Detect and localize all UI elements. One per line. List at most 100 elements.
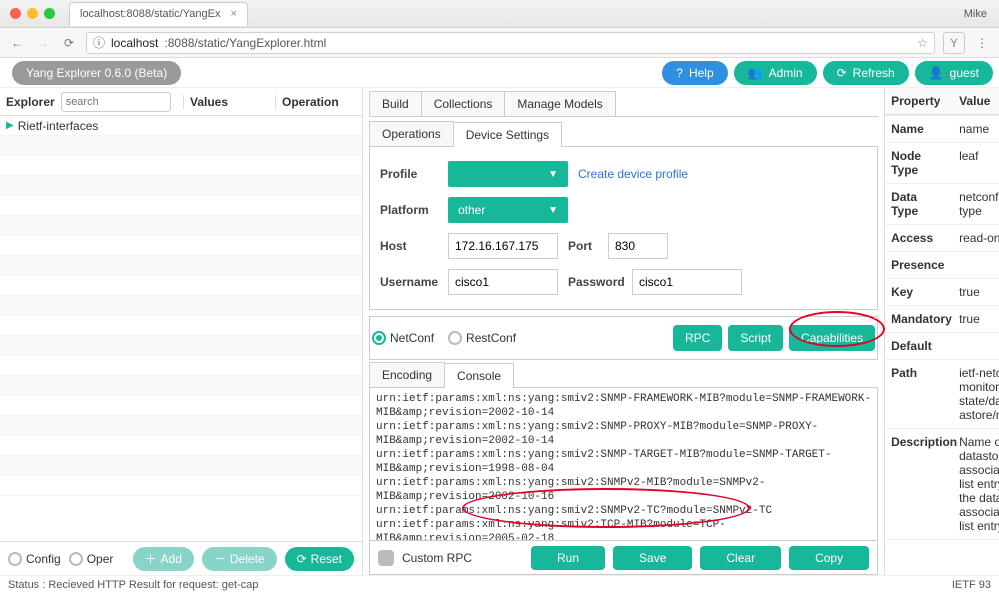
close-window-icon[interactable] [10,8,21,19]
property-key: Path [885,360,953,428]
property-value: netconf-datastore-type [953,184,999,224]
tree-node-ietf-interfaces[interactable]: ▶ Rietf-interfaces [0,116,362,136]
property-value [953,333,999,359]
create-device-profile-link[interactable]: Create device profile [578,167,688,181]
property-row: Default [885,333,999,360]
browser-tab-bar: localhost:8088/static/YangEx × Mike [0,0,999,28]
restconf-radio[interactable]: RestConf [448,331,516,345]
delete-button[interactable]: －Delete [202,547,277,571]
config-radio[interactable]: Config [8,552,61,566]
menu-icon[interactable]: ⋮ [973,34,991,52]
username-input[interactable] [448,269,558,295]
help-button[interactable]: ?Help [662,61,727,85]
property-key: Access [885,225,953,251]
sub-tabs: Operations Device Settings [369,121,878,147]
property-key: Mandatory [885,306,953,332]
encoding-tabs: Encoding Console [369,362,878,388]
refresh-icon: ⟳ [837,66,847,80]
forward-button[interactable]: → [34,34,52,52]
browser-toolbar: ← → ⟳ ⓘ localhost:8088/static/YangExplor… [0,28,999,58]
password-input[interactable] [632,269,742,295]
reset-icon: ⟳ [297,552,307,566]
profile-label: Profile [380,167,438,181]
plus-icon: ＋ [145,550,157,567]
tab-collections[interactable]: Collections [421,91,506,116]
chevron-down-icon: ▼ [548,169,558,180]
admin-button[interactable]: 👥Admin [734,61,817,85]
close-tab-icon[interactable]: × [230,8,236,20]
tab-encoding[interactable]: Encoding [369,362,445,387]
expand-icon[interactable]: ▶ [6,120,14,131]
copy-button[interactable]: Copy [789,546,869,570]
add-button[interactable]: ＋Add [133,547,194,571]
guest-button[interactable]: 👤guest [915,61,993,85]
platform-dropdown[interactable]: other▼ [448,197,568,223]
tab-console[interactable]: Console [444,363,514,388]
tab-build[interactable]: Build [369,91,422,116]
property-value: name [953,116,999,142]
reset-button[interactable]: ⟳Reset [285,547,354,571]
rpc-button[interactable]: RPC [673,325,722,351]
back-button[interactable]: ← [8,34,26,52]
subtab-device-settings[interactable]: Device Settings [453,122,562,147]
host-input[interactable] [448,233,558,259]
property-key: Default [885,333,953,359]
explorer-panel: Explorer Values Operation ▶ Rietf-interf… [0,88,363,575]
property-key: Presence [885,252,953,278]
port-input[interactable] [608,233,668,259]
explorer-header: Explorer Values Operation [0,88,362,116]
subtab-operations[interactable]: Operations [369,121,454,146]
refresh-button[interactable]: ⟳Refresh [823,61,909,85]
search-input[interactable] [61,92,171,112]
property-header: Property Value [885,88,999,116]
custom-rpc-label: Custom RPC [402,551,472,565]
run-button[interactable]: Run [531,546,605,570]
tab-manage-models[interactable]: Manage Models [504,91,615,116]
oper-radio[interactable]: Oper [69,552,114,566]
console-output[interactable]: urn:ietf:params:xml:ns:yang:smiv2:SNMP-F… [369,388,878,541]
chevron-down-icon: ▼ [548,205,558,216]
admin-icon: 👥 [748,66,763,80]
protocol-row: NetConf RestConf RPC Script Capabilities [369,316,878,360]
app-title-pill: Yang Explorer 0.6.0 (Beta) [12,61,181,85]
info-icon[interactable]: ⓘ [93,34,105,51]
minus-icon: － [214,550,226,567]
password-label: Password [568,275,622,289]
property-row: Node Typeleaf [885,143,999,184]
property-value: Name of the datastore associated with th… [953,429,999,539]
port-label: Port [568,239,598,253]
window-controls[interactable] [10,8,55,19]
property-panel: Property Value NamenameNode TypeleafData… [884,88,999,575]
capabilities-button[interactable]: Capabilities [789,325,875,351]
property-h-val: Value [953,88,999,115]
zoom-window-icon[interactable] [44,8,55,19]
browser-profile-name[interactable]: Mike [964,8,987,20]
property-h-key: Property [885,88,953,115]
script-button[interactable]: Script [728,325,783,351]
clear-button[interactable]: Clear [700,546,781,570]
status-text: Status : Recieved HTTP Result for reques… [8,579,258,591]
reload-button[interactable]: ⟳ [60,34,78,52]
help-icon: ? [676,66,683,80]
main-tabs: Build Collections Manage Models [369,91,878,117]
device-settings-form: Profile ▼ Create device profile Platform… [369,147,878,310]
netconf-radio[interactable]: NetConf [372,331,434,345]
extension-button[interactable]: Y [943,32,965,54]
minimize-window-icon[interactable] [27,8,38,19]
property-value: read-only [953,225,999,251]
property-row: Presence [885,252,999,279]
build-panel: Build Collections Manage Models Operatio… [363,88,884,575]
browser-tab[interactable]: localhost:8088/static/YangEx × [69,2,248,26]
bookmark-icon[interactable]: ☆ [917,36,928,50]
profile-dropdown[interactable]: ▼ [448,161,568,187]
address-bar[interactable]: ⓘ localhost:8088/static/YangExplorer.htm… [86,32,935,54]
save-button[interactable]: Save [613,546,692,570]
property-key: Name [885,116,953,142]
custom-rpc-checkbox[interactable] [378,550,394,566]
operation-heading: Operation [275,95,362,109]
property-row: DescriptionName of the datastore associa… [885,429,999,540]
status-right: IETF 93 [952,579,991,591]
explorer-tree[interactable]: ▶ Rietf-interfaces [0,116,362,541]
host-label: Host [380,239,438,253]
property-value: ietf-netconf-monitoring/netconf-state/da… [953,360,999,428]
